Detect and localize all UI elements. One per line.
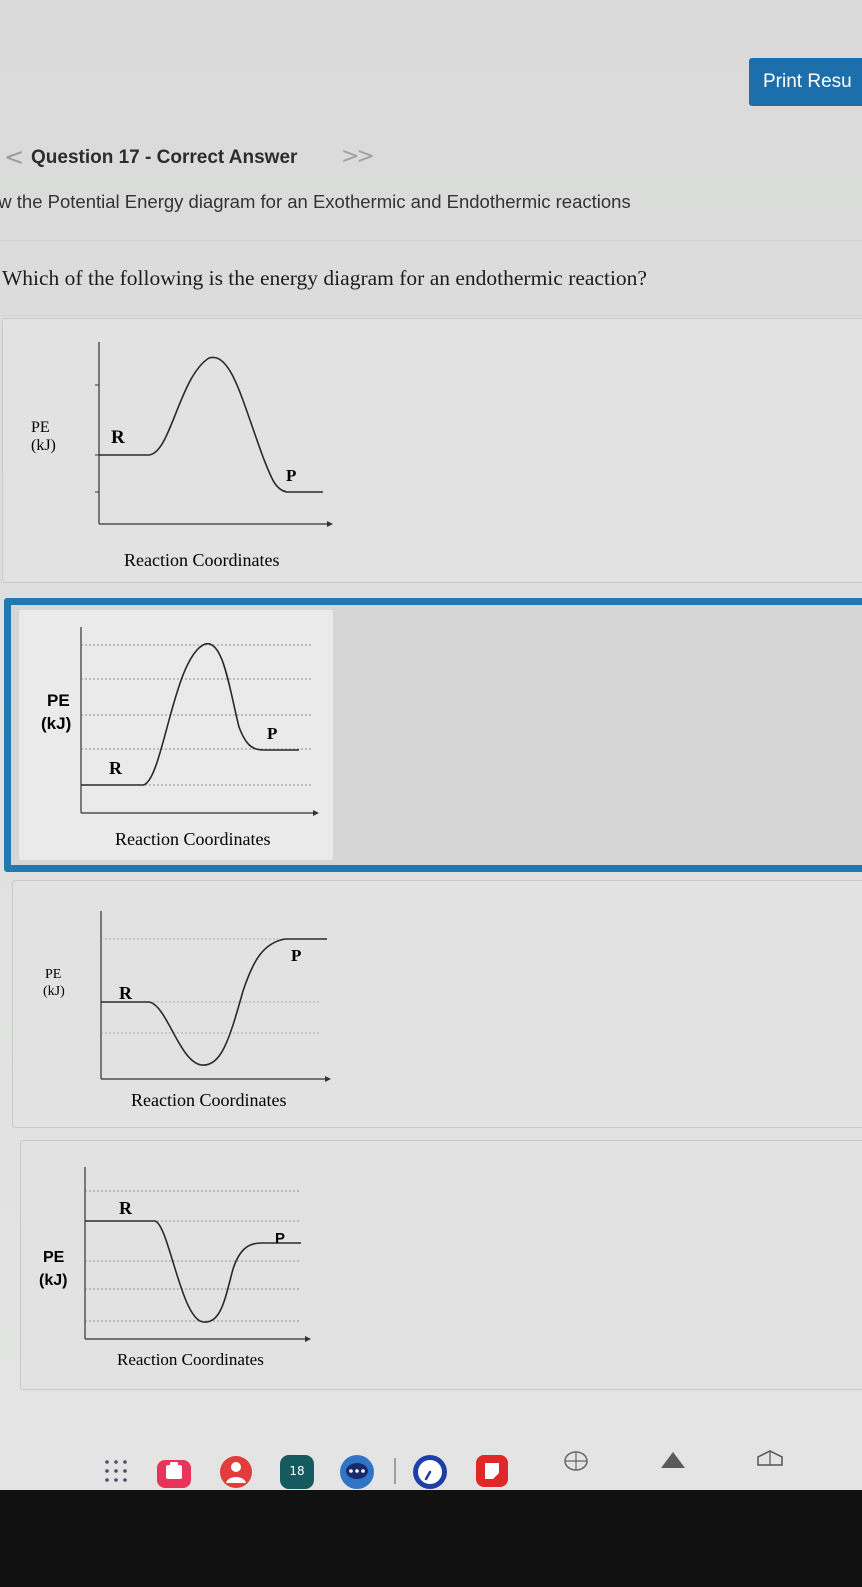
x-axis-label: Reaction Coordinates (131, 1090, 286, 1110)
x-axis-label: Reaction Coordinates (117, 1350, 264, 1369)
pe-label: PE (31, 419, 50, 436)
section-subtitle: ow the Potential Energy diagram for an E… (0, 191, 631, 212)
keep-notes-icon[interactable] (475, 1454, 509, 1488)
taskbar: 18 (0, 1428, 862, 1490)
x-axis-label: Reaction Coordinates (115, 829, 270, 849)
pe-label: PE (47, 691, 70, 710)
screen-bezel (0, 1490, 862, 1587)
next-question-icon[interactable]: >> (341, 144, 375, 169)
reactant-label: R (109, 758, 123, 778)
calendar-icon[interactable]: 18 (280, 1455, 314, 1489)
reactant-label: R (111, 427, 125, 448)
previous-question-icon[interactable]: < (4, 143, 24, 171)
energy-diagram-3: PE (kJ) R P Reaction Coordinates (39, 901, 349, 1121)
briefcase-icon[interactable] (156, 1455, 192, 1489)
pe-unit-label: (kJ) (41, 714, 71, 733)
product-label: P (291, 946, 301, 965)
question-nav: < Question 17 - Correct Answer >> (0, 143, 862, 175)
x-axis-label: Reaction Coordinates (124, 550, 279, 570)
product-label: P (275, 1230, 285, 1247)
product-label: P (267, 724, 277, 743)
energy-diagram-2: PE (kJ) R P Reaction Coordinates (33, 617, 333, 857)
apps-grid-icon[interactable] (103, 1458, 129, 1484)
chat-icon[interactable] (339, 1454, 375, 1490)
divider (0, 315, 862, 316)
battery-icon (757, 1450, 783, 1466)
clock-icon[interactable] (412, 1454, 448, 1490)
answer-option-1[interactable]: PE (kJ) R P Reaction Coordinates (2, 318, 862, 583)
energy-diagram-4: R P PE (kJ) Reaction Coordinates (35, 1159, 335, 1384)
reactant-label: R (119, 983, 133, 1003)
divider (0, 240, 862, 241)
answer-option-4[interactable]: R P PE (kJ) Reaction Coordinates (20, 1140, 862, 1390)
pe-unit-label: (kJ) (43, 984, 65, 999)
print-results-button[interactable]: Print Resu (749, 58, 862, 106)
network-icon (564, 1451, 588, 1471)
question-text: Which of the following is the energy dia… (2, 266, 647, 290)
taskbar-separator (394, 1458, 396, 1484)
product-label: P (286, 466, 296, 485)
reactant-label: R (119, 1198, 133, 1218)
answer-option-3[interactable]: PE (kJ) R P Reaction Coordinates (12, 880, 862, 1128)
question-title: Question 17 - Correct Answer (31, 147, 298, 168)
account-icon[interactable] (219, 1455, 253, 1489)
pe-unit-label: (kJ) (31, 437, 56, 454)
pe-label: PE (45, 967, 61, 982)
wifi-icon (661, 1452, 685, 1468)
energy-diagram-1: PE (kJ) R P Reaction Coordinates (31, 337, 341, 577)
calendar-day: 18 (289, 1464, 305, 1478)
answer-option-2-selected[interactable]: PE (kJ) R P Reaction Coordinates (4, 598, 862, 872)
pe-label: PE (43, 1249, 65, 1266)
pe-unit-label: (kJ) (39, 1272, 67, 1289)
